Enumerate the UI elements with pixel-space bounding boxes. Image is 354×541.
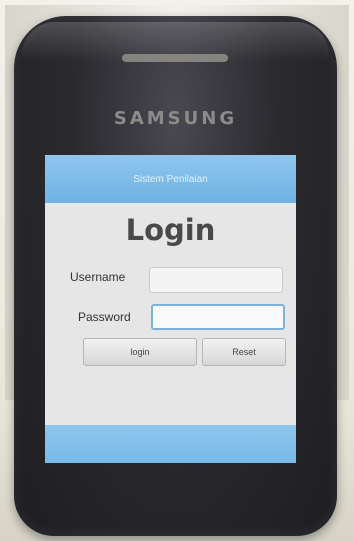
app-footer <box>45 425 296 463</box>
login-button[interactable]: login <box>83 338 197 366</box>
username-field[interactable] <box>149 267 283 293</box>
reset-button[interactable]: Reset <box>202 338 286 366</box>
brand-logo: SAMSUNG <box>113 108 238 129</box>
password-label: Password <box>78 310 131 324</box>
earpiece-speaker <box>122 54 228 62</box>
phone-screen: Sistem Penilaian Login Username Password… <box>45 155 296 463</box>
username-label: Username <box>70 270 126 284</box>
header-title: Sistem Penilaian <box>133 173 208 185</box>
password-field[interactable] <box>151 304 285 330</box>
page-title: Login <box>125 213 216 247</box>
app-header: Sistem Penilaian <box>45 155 296 203</box>
